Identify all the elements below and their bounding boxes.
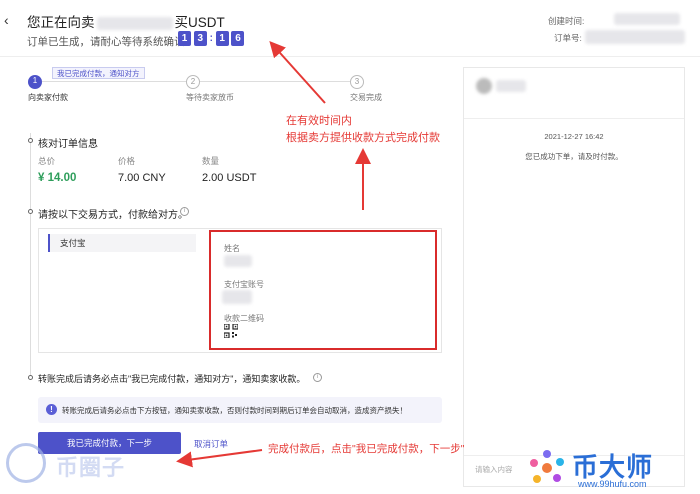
arrow-to-timer [269, 41, 326, 104]
annotation-bottom: 完成付款后，点击"我已完成付款，下一步" [268, 443, 465, 455]
annotation-mid-line1: 在有效时间内 [286, 115, 352, 127]
arrow-to-button [176, 449, 263, 468]
watermark-left-logo-icon [6, 443, 46, 483]
watermark-right-url: www.99hufu.com [578, 479, 647, 489]
annotation-mid-line2: 根据卖方提供收款方式完成付款 [286, 132, 440, 144]
watermark-left-text: 币圈子 [56, 455, 126, 480]
annotation-arrows [176, 41, 371, 468]
watermark-right-logo-icon [527, 446, 567, 490]
